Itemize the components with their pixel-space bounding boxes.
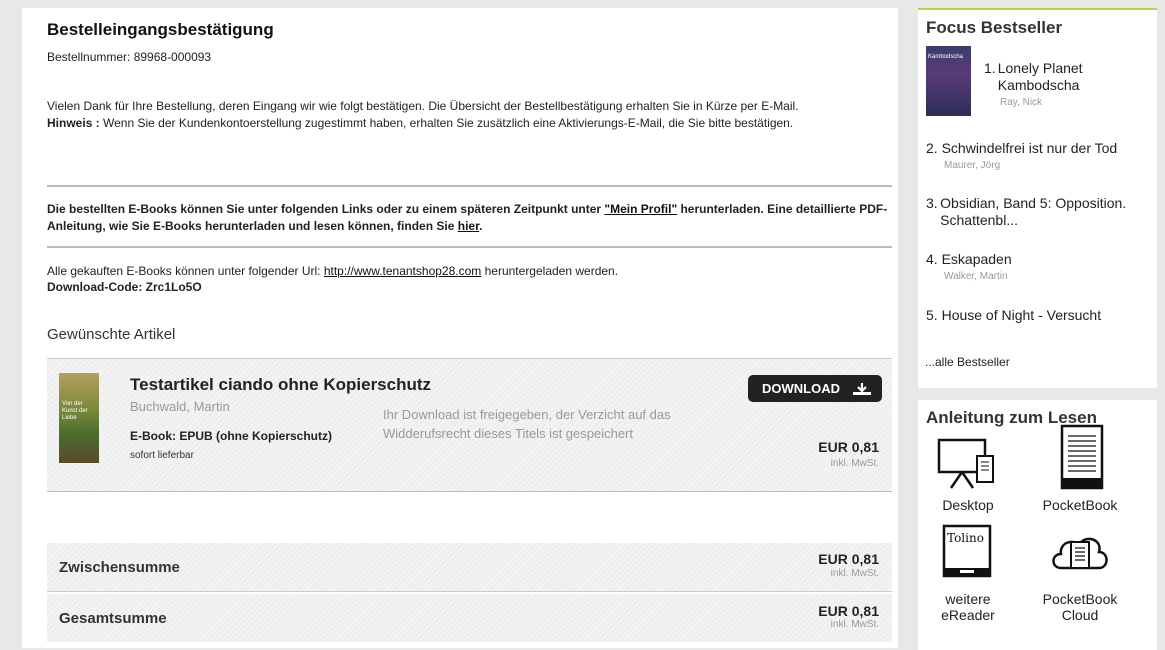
- cloud-icon: [1052, 537, 1108, 570]
- reader-pocketbook-cloud[interactable]: PocketBook Cloud: [1030, 524, 1130, 623]
- book-cover[interactable]: Von der Kunst der Liebe: [59, 373, 99, 463]
- order-confirmation-panel: Bestelleingangsbestätigung Bestellnummer…: [22, 8, 898, 648]
- thanks-text: Vielen Dank für Ihre Bestellung, deren E…: [47, 99, 799, 113]
- links-text-1: Die bestellten E-Books können Sie unter …: [47, 202, 605, 216]
- ordered-items-heading: Gewünschte Artikel: [47, 326, 176, 343]
- bestseller-item-title: Obsidian, Band 5: Opposition. Schattenbl…: [940, 195, 1127, 228]
- bestseller-item-title: Schwindelfrei ist nur der Tod: [941, 140, 1118, 156]
- download-instructions: Die bestellten E-Books können Sie unter …: [47, 201, 892, 235]
- book-cover-text: Von der Kunst der Liebe: [62, 401, 88, 421]
- bestseller-rank: 2.: [926, 140, 938, 156]
- bestseller-cover-text: Kambodscha: [928, 54, 964, 60]
- article-row: Von der Kunst der Liebe Testartikel cian…: [47, 358, 892, 492]
- article-format: E-Book: EPUB (ohne Kopierschutz): [130, 429, 333, 443]
- bestseller-box: Focus Bestseller Kambodscha 1. Lonely Pl…: [918, 8, 1157, 388]
- url-text-2: heruntergeladen werden.: [481, 264, 619, 278]
- subtotal-vat-note: inkl. MwSt.: [830, 568, 879, 579]
- reader-label: weitere eReader: [941, 591, 995, 623]
- reading-guide-box: Anleitung zum Lesen Desktop PocketBook T…: [918, 400, 1157, 650]
- bestseller-item-1[interactable]: 1. Lonely Planet Kambodscha Ray, Nick: [984, 60, 1144, 111]
- bestseller-item-title: Lonely Planet Kambodscha: [997, 60, 1083, 93]
- bestseller-rank: 3.: [926, 195, 938, 211]
- bestseller-item-author: Ray, Nick: [1000, 97, 1043, 108]
- bestseller-title: Focus Bestseller: [926, 18, 1063, 37]
- sidebar: Focus Bestseller Kambodscha 1. Lonely Pl…: [918, 8, 1157, 650]
- subtotal-row: Zwischensumme EUR 0,81 inkl. MwSt.: [47, 543, 892, 592]
- total-label: Gesamtsumme: [59, 610, 167, 627]
- hint-text: Wenn Sie der Kundenkontoerstellung zuges…: [99, 116, 794, 130]
- bestseller-item-3[interactable]: 3. Obsidian, Band 5: Opposition. Schatte…: [926, 195, 1151, 229]
- bestseller-item-author: Maurer, Jörg: [944, 160, 1001, 171]
- bestseller-cover[interactable]: Kambodscha: [926, 46, 971, 116]
- download-code: Download-Code: Zrc1Lo5O: [47, 280, 202, 294]
- page-title: Bestelleingangsbestätigung: [47, 20, 274, 39]
- subtotal-label: Zwischensumme: [59, 559, 180, 576]
- bestseller-rank: 4.: [926, 251, 938, 267]
- links-text-3: .: [479, 219, 483, 233]
- article-vat-note: inkl. MwSt.: [830, 458, 879, 469]
- reader-desktop[interactable]: Desktop: [928, 434, 1008, 513]
- divider: [47, 185, 892, 187]
- bestseller-rank: 5.: [926, 307, 938, 323]
- tolino-icon: Tolino: [942, 524, 992, 578]
- total-vat-note: inkl. MwSt.: [830, 619, 879, 630]
- download-button[interactable]: DOWNLOAD: [748, 375, 882, 402]
- download-icon: [853, 383, 871, 395]
- tolino-text: Tolino: [947, 531, 984, 545]
- reader-label: PocketBook: [1042, 497, 1118, 513]
- download-url-text: Alle gekauften E-Books können unter folg…: [47, 263, 618, 295]
- pdf-guide-link[interactable]: hier: [458, 219, 479, 233]
- bestseller-item-4[interactable]: 4. Eskapaden Walker, Martin: [926, 251, 1151, 285]
- order-number: Bestellnummer: 89968-000093: [47, 50, 212, 64]
- reader-tolino[interactable]: Tolino weitere eReader: [928, 524, 1008, 623]
- total-row: Gesamtsumme EUR 0,81 inkl. MwSt.: [47, 594, 892, 642]
- availability-status: sofort lieferbar: [130, 450, 194, 461]
- bestseller-item-author: Walker, Martin: [944, 271, 1008, 282]
- url-text-1: Alle gekauften E-Books können unter folg…: [47, 264, 324, 278]
- reader-label: Desktop: [942, 497, 994, 513]
- article-title: Testartikel ciando ohne Kopierschutz: [130, 375, 432, 394]
- desktop-icon: [937, 438, 994, 489]
- download-button-label: DOWNLOAD: [762, 381, 840, 396]
- total-price: EUR 0,81: [818, 603, 879, 619]
- all-bestsellers-link[interactable]: ...alle Bestseller: [925, 355, 1010, 369]
- hint-label: Hinweis :: [47, 116, 100, 130]
- bestseller-item-5[interactable]: 5. House of Night - Versucht: [926, 307, 1156, 324]
- subtotal-price: EUR 0,81: [818, 551, 879, 567]
- reader-label: PocketBook Cloud: [1042, 591, 1118, 623]
- reader-pocketbook[interactable]: PocketBook: [1030, 424, 1130, 513]
- ereader-icon: [1060, 424, 1104, 490]
- bestseller-rank: 1.: [984, 60, 996, 76]
- intro-text: Vielen Dank für Ihre Bestellung, deren E…: [47, 98, 892, 132]
- my-profile-link[interactable]: "Mein Profil": [604, 202, 677, 216]
- article-price: EUR 0,81: [818, 439, 879, 455]
- shop-url-link[interactable]: http://www.tenantshop28.com: [324, 264, 481, 278]
- bestseller-item-title: Eskapaden: [941, 251, 1012, 267]
- article-author: Buchwald, Martin: [130, 399, 230, 414]
- divider: [47, 246, 892, 248]
- bestseller-item-2[interactable]: 2. Schwindelfrei ist nur der Tod Maurer,…: [926, 140, 1156, 174]
- download-status-message: Ihr Download ist freigegeben, der Verzic…: [383, 407, 671, 441]
- bestseller-item-title: House of Night - Versucht: [941, 307, 1102, 323]
